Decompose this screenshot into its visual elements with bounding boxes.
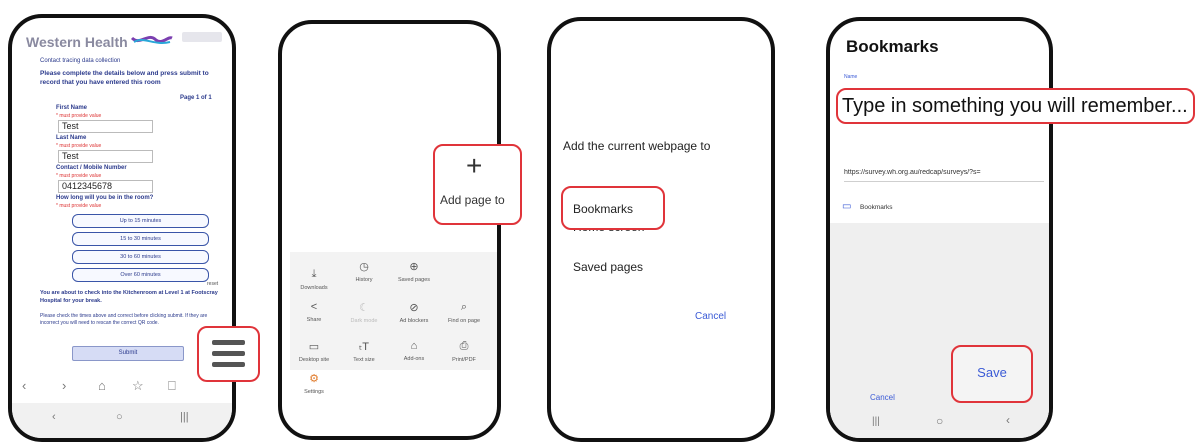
duration-question: How long will you be in the room? — [56, 195, 154, 201]
menu-item-label: Saved pages — [397, 277, 431, 283]
bookmarks-title: Bookmarks — [846, 37, 939, 56]
home-icon[interactable]: ⌂ — [98, 378, 106, 393]
android-back-icon[interactable]: ‹ — [1006, 413, 1010, 427]
menu-item-label: Find on page — [447, 318, 481, 324]
menu-item-ad-blockers[interactable]: ⊘ Ad blockers — [394, 301, 434, 324]
footer-instructions: Please check the times above and correct… — [40, 313, 208, 326]
bookmark-star-icon[interactable]: ☆ — [132, 378, 144, 394]
reset-link[interactable]: reset — [207, 281, 218, 287]
add-page-to-label: Add page to — [440, 193, 505, 207]
back-icon[interactable]: ‹ — [22, 378, 26, 393]
last-name-field[interactable]: Test — [58, 150, 153, 163]
contact-field[interactable]: 0412345678 — [58, 180, 153, 193]
android-back-icon[interactable]: ‹ — [52, 411, 56, 423]
required-note: * must provide value — [56, 143, 102, 149]
bookmark-name-field[interactable]: Type in something you will remember... — [836, 88, 1195, 124]
print-icon: ⎙ — [459, 340, 469, 352]
option-bookmarks[interactable]: Bookmarks — [561, 186, 665, 230]
android-recents-icon[interactable]: ||| — [180, 411, 189, 423]
required-note: * must provide value — [56, 173, 102, 179]
required-note: * must provide value — [56, 113, 102, 119]
menu-item-label: History — [355, 277, 373, 283]
android-home-icon[interactable]: ○ — [116, 411, 123, 423]
menu-item-label: Share — [306, 317, 322, 323]
survey-header: Contact tracing data collection — [40, 58, 121, 64]
duration-option[interactable]: Up to 15 minutes — [72, 214, 209, 228]
page-indicator: Page 1 of 1 — [180, 95, 212, 101]
required-note: * must provide value — [56, 203, 102, 209]
status-bar — [182, 32, 222, 42]
menu-item-label: Dark mode — [350, 318, 378, 324]
duration-option[interactable]: 15 to 30 minutes — [72, 232, 209, 246]
text-size-icon: ₜT — [359, 341, 369, 353]
menu-item-find-on-page[interactable]: ⌕ Find on page — [444, 301, 484, 324]
last-name-label: Last Name — [56, 135, 87, 141]
menu-item-saved-pages[interactable]: ⊕ Saved pages — [394, 260, 434, 283]
android-recents-icon[interactable]: ||| — [872, 416, 880, 427]
add-ons-icon: ⌂ — [410, 340, 418, 352]
survey-intro: Please complete the details below and pr… — [40, 70, 209, 86]
cancel-button[interactable]: Cancel — [695, 311, 726, 322]
first-name-label: First Name — [56, 105, 88, 111]
desktop-icon: ▭ — [308, 341, 320, 353]
menu-item-add-ons[interactable]: ⌂ Add-ons — [394, 340, 434, 362]
url-field[interactable]: https://survey.wh.org.au/redcap/surveys/… — [844, 169, 1044, 176]
menu-item-label: Text size — [353, 357, 375, 363]
submit-button[interactable]: Submit — [72, 346, 184, 361]
first-name-field[interactable]: Test — [58, 120, 153, 133]
settings-icon: ⚙ — [309, 373, 319, 385]
bookmarks-option-label: Bookmarks — [573, 202, 634, 216]
cancel-button[interactable]: Cancel — [870, 393, 895, 402]
save-button[interactable]: Save — [951, 345, 1033, 403]
menu-item-desktop-site[interactable]: ▭ Desktop site — [294, 340, 334, 363]
find-icon: ⌕ — [460, 301, 468, 313]
checkin-text: You are about to check into the Kitchenr… — [40, 290, 218, 304]
menu-item-text-size[interactable]: ₜT Text size — [344, 340, 384, 363]
dialog-title: Add the current webpage to — [563, 139, 711, 153]
android-home-icon[interactable]: ○ — [936, 414, 943, 428]
url-divider — [844, 181, 1044, 182]
menu-item-dark-mode[interactable]: ☾ Dark mode — [344, 301, 384, 324]
add-page-to-button[interactable]: + Add page to — [433, 144, 522, 225]
bookmark-name-value: Type in something you will remember... — [842, 95, 1188, 117]
contact-label: Contact / Mobile Number — [56, 165, 127, 171]
dark-mode-icon: ☾ — [359, 302, 369, 314]
name-label: Name — [844, 74, 858, 80]
plus-icon: + — [466, 150, 483, 181]
history-icon: ◷ — [359, 261, 369, 273]
brand-logo: Western Health — [26, 34, 128, 50]
forward-icon[interactable]: › — [62, 378, 66, 393]
brand-swoosh-icon — [130, 32, 174, 46]
download-icon: ⤓ — [311, 268, 317, 280]
menu-item-label: Print/PDF — [452, 357, 476, 363]
menu-item-label: Ad blockers — [399, 318, 429, 324]
menu-item-print-pdf[interactable]: ⎙ Print/PDF — [444, 340, 484, 363]
save-label: Save — [977, 365, 1007, 380]
option-saved-pages[interactable]: Saved pages — [573, 260, 643, 274]
menu-item-settings[interactable]: ⚙ Settings — [294, 372, 334, 395]
menu-item-label: Desktop site — [298, 357, 330, 363]
menu-item-label: Settings — [304, 389, 324, 395]
folder-icon: ▭ — [842, 201, 852, 212]
folder-row[interactable]: ▭ Bookmarks — [830, 193, 1049, 223]
menu-item-label: Downloads — [300, 285, 328, 291]
phone-2-browser-menu: ⤓ Downloads ◷ History ⊕ Saved pages < Share … — [278, 20, 501, 440]
menu-button-highlight[interactable] — [197, 326, 260, 382]
tabs-icon[interactable]: ⎕ — [168, 378, 176, 394]
android-nav-bar: ||| ○ ‹ — [830, 409, 1049, 438]
menu-item-share[interactable]: < Share — [294, 301, 334, 323]
hamburger-menu-icon[interactable] — [212, 340, 245, 367]
ad-blocker-icon: ⊘ — [409, 302, 419, 314]
share-icon: < — [310, 301, 318, 313]
folder-label: Bookmarks — [860, 204, 893, 211]
menu-item-downloads[interactable]: ⤓ Downloads — [294, 268, 334, 291]
menu-item-label: Add-ons — [403, 356, 425, 362]
menu-item-history[interactable]: ◷ History — [344, 260, 384, 283]
saved-pages-icon: ⊕ — [409, 261, 419, 273]
duration-option[interactable]: Over 60 minutes — [72, 268, 209, 282]
android-nav-bar: ‹ ○ ||| — [12, 403, 232, 438]
duration-option[interactable]: 30 to 60 minutes — [72, 250, 209, 264]
